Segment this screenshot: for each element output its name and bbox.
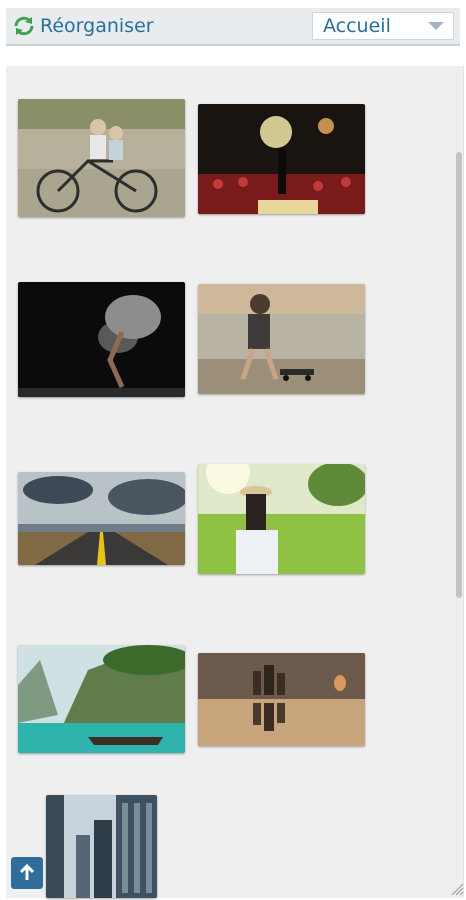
- vertical-scrollbar[interactable]: [456, 152, 462, 598]
- gallery-image-road[interactable]: [18, 472, 185, 565]
- resize-grip-icon: [451, 883, 464, 896]
- gallery-image-concert[interactable]: [198, 104, 365, 214]
- gallery-image-tropical-cliffs[interactable]: [18, 645, 185, 753]
- resize-handle[interactable]: [450, 882, 464, 896]
- gallery-image-skateboard[interactable]: [198, 284, 365, 394]
- reorganize-label: Réorganiser: [40, 15, 154, 37]
- chevron-down-icon: [428, 22, 444, 30]
- gallery-image-dancer[interactable]: [18, 282, 185, 397]
- reorganize-button[interactable]: Réorganiser: [12, 14, 154, 38]
- arrow-up-icon: [19, 863, 35, 880]
- gallery-image-surreal-city[interactable]: [198, 653, 365, 746]
- gallery-image-bicycle-mural[interactable]: [18, 99, 185, 217]
- scroll-top-button[interactable]: [11, 857, 43, 889]
- toolbar: Réorganiser Accueil: [6, 8, 460, 46]
- gallery-image-skyscrapers[interactable]: [46, 795, 157, 898]
- page-select[interactable]: Accueil: [312, 12, 454, 40]
- refresh-arrows-icon: [14, 16, 34, 36]
- page-select-value: Accueil: [323, 15, 391, 37]
- gallery-image-meadow[interactable]: [198, 464, 365, 574]
